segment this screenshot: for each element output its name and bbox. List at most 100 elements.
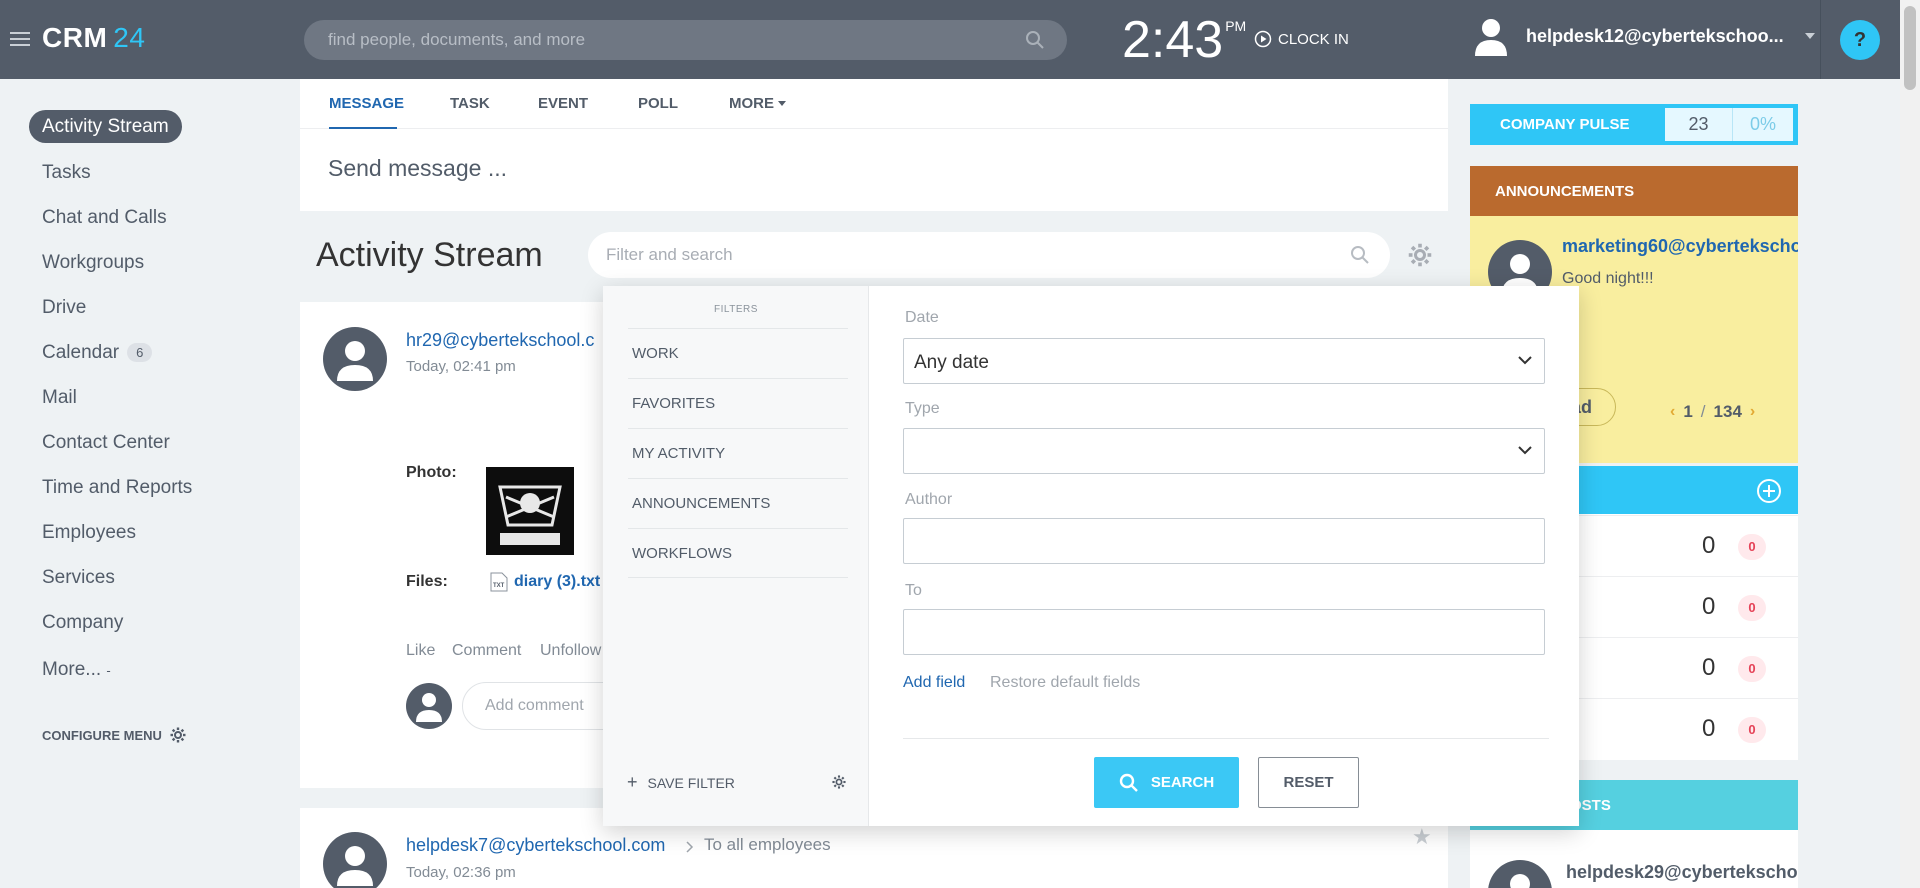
filter-search-input[interactable]: [606, 232, 1326, 278]
search-button-label: SEARCH: [1150, 774, 1215, 791]
post-recipients[interactable]: To all employees: [704, 835, 831, 855]
reset-button[interactable]: RESET: [1258, 757, 1359, 808]
sidebar-item-employees[interactable]: Employees: [42, 522, 136, 544]
pulse-stats: 23 0%: [1665, 108, 1793, 141]
save-filter-label: SAVE FILTER: [647, 774, 735, 791]
help-button[interactable]: ?: [1840, 20, 1880, 60]
filter-preset-announcements[interactable]: ANNOUNCEMENTS: [628, 478, 848, 528]
prev-arrow-icon[interactable]: ‹: [1670, 403, 1675, 421]
filter-preset-my-activity[interactable]: MY ACTIVITY: [628, 428, 848, 478]
search-icon[interactable]: [1350, 245, 1370, 270]
user-name: helpdesk12@cybertekschoo...: [1526, 25, 1784, 46]
announcement-author[interactable]: marketing60@cybertekschool.com: [1562, 236, 1798, 257]
restore-default-fields-link[interactable]: Restore default fields: [990, 674, 1140, 692]
sidebar-item-activity-stream[interactable]: Activity Stream: [29, 110, 182, 143]
chevron-down-icon: [1518, 446, 1532, 455]
stream-filter-search[interactable]: [588, 232, 1390, 278]
tab-event[interactable]: EVENT: [538, 95, 588, 112]
like-link[interactable]: Like: [406, 642, 435, 660]
posts-author[interactable]: helpdesk29@cybertekschool.com: [1566, 862, 1798, 883]
more-caret-icon: -: [106, 663, 111, 678]
type-select[interactable]: [903, 428, 1545, 474]
star-icon[interactable]: ★: [1412, 824, 1432, 850]
to-field-label: To: [905, 582, 922, 599]
company-pulse-widget[interactable]: COMPANY PULSE 23 0%: [1470, 104, 1798, 145]
filter-preset-favorites[interactable]: FAVORITES: [628, 378, 848, 428]
filter-preset-work[interactable]: WORK: [628, 328, 848, 378]
to-field[interactable]: [903, 609, 1545, 655]
author-field-label: Author: [905, 491, 953, 508]
to-input[interactable]: [914, 610, 1534, 654]
menu-burger-icon[interactable]: [10, 32, 30, 46]
next-arrow-icon[interactable]: ›: [1750, 403, 1755, 421]
date-field-label: Date: [905, 309, 939, 326]
file-attachment-link[interactable]: TXT diary (3).txt 3: [490, 572, 615, 592]
app-logo[interactable]: CRM 24: [42, 22, 145, 54]
global-search[interactable]: [304, 20, 1067, 60]
author-input[interactable]: [914, 519, 1534, 563]
avatar: [406, 683, 452, 729]
post-author[interactable]: hr29@cybertekschool.c: [406, 330, 594, 351]
configure-menu-button[interactable]: CONFIGURE MENU: [42, 727, 186, 743]
sidebar-item-drive[interactable]: Drive: [42, 297, 86, 319]
date-select[interactable]: Any date: [903, 338, 1545, 384]
date-select-value: Any date: [914, 352, 989, 373]
composer-tabs: MESSAGE TASK EVENT POLL MORE: [300, 79, 1448, 129]
sidebar-item-chat-and-calls[interactable]: Chat and Calls: [42, 207, 167, 229]
bugbusters-logo-image: [486, 467, 574, 555]
post-author[interactable]: helpdesk7@cybertekschool.com: [406, 835, 665, 856]
sidebar-item-more[interactable]: More... -: [42, 659, 111, 681]
sidebar-item-time-and-reports[interactable]: Time and Reports: [42, 477, 192, 499]
post-time: Today, 02:41 pm: [406, 358, 516, 375]
stream-settings-gear-icon[interactable]: [1408, 243, 1432, 272]
send-message-input[interactable]: Send message ...: [328, 155, 507, 182]
sidebar-item-workgroups[interactable]: Workgroups: [42, 252, 144, 274]
svg-text:TXT: TXT: [493, 583, 505, 589]
tab-more[interactable]: MORE: [729, 95, 787, 112]
filter-settings-gear-icon[interactable]: [832, 775, 846, 794]
tab-task[interactable]: TASK: [450, 95, 490, 112]
tab-message[interactable]: MESSAGE: [329, 95, 404, 112]
sidebar-item-contact-center[interactable]: Contact Center: [42, 432, 170, 454]
chevron-down-icon: [778, 101, 787, 107]
sidebar-item-company[interactable]: Company: [42, 612, 123, 634]
sidebar-item-calendar[interactable]: Calendar 6: [42, 342, 153, 364]
clock-in-button[interactable]: CLOCK IN: [1254, 30, 1349, 48]
page-scrollbar[interactable]: [1900, 0, 1920, 888]
scrollbar-thumb[interactable]: [1904, 6, 1916, 90]
search-button[interactable]: SEARCH: [1094, 757, 1239, 808]
filter-preset-workflows[interactable]: WORKFLOWS: [628, 528, 848, 578]
announcements-header: ANNOUNCEMENTS: [1470, 166, 1798, 216]
unfollow-link[interactable]: Unfollow: [540, 642, 601, 660]
photo-label: Photo:: [406, 464, 457, 481]
tab-poll[interactable]: POLL: [638, 95, 678, 112]
filter-presets-panel: FILTERS WORK FAVORITES MY ACTIVITY ANNOU…: [603, 286, 869, 826]
sidebar-item-tasks[interactable]: Tasks: [42, 162, 91, 184]
sidebar-item-services[interactable]: Services: [42, 567, 115, 589]
sidebar-item-mail[interactable]: Mail: [42, 387, 77, 409]
clock-display: 2:43 PM: [1122, 10, 1246, 70]
photo-thumbnail[interactable]: [486, 467, 574, 555]
search-icon[interactable]: [1025, 30, 1045, 55]
calendar-count-badge: 6: [127, 343, 153, 363]
user-avatar-icon: [1475, 19, 1507, 56]
avatar[interactable]: [323, 327, 387, 391]
active-tab-underline: [329, 127, 397, 129]
user-avatar-icon: [1510, 874, 1530, 888]
clock-ampm: PM: [1225, 18, 1247, 34]
global-search-input[interactable]: [328, 20, 1018, 60]
author-field[interactable]: [903, 518, 1545, 564]
type-field-label: Type: [905, 400, 940, 417]
task-badge: 0: [1738, 717, 1766, 743]
user-menu[interactable]: helpdesk12@cybertekschoo...: [1474, 16, 1816, 56]
txt-file-icon: TXT: [490, 572, 508, 592]
file-name: diary (3).txt: [514, 573, 601, 590]
comment-link[interactable]: Comment: [452, 642, 521, 660]
save-filter-button[interactable]: + SAVE FILTER: [627, 772, 735, 793]
add-field-link[interactable]: Add field: [903, 674, 965, 692]
pager-total: 134: [1713, 402, 1742, 421]
avatar[interactable]: [323, 832, 387, 888]
task-count: 0: [1702, 593, 1716, 620]
chevron-down-icon: [1804, 33, 1815, 39]
add-circle-icon[interactable]: [1756, 478, 1782, 504]
